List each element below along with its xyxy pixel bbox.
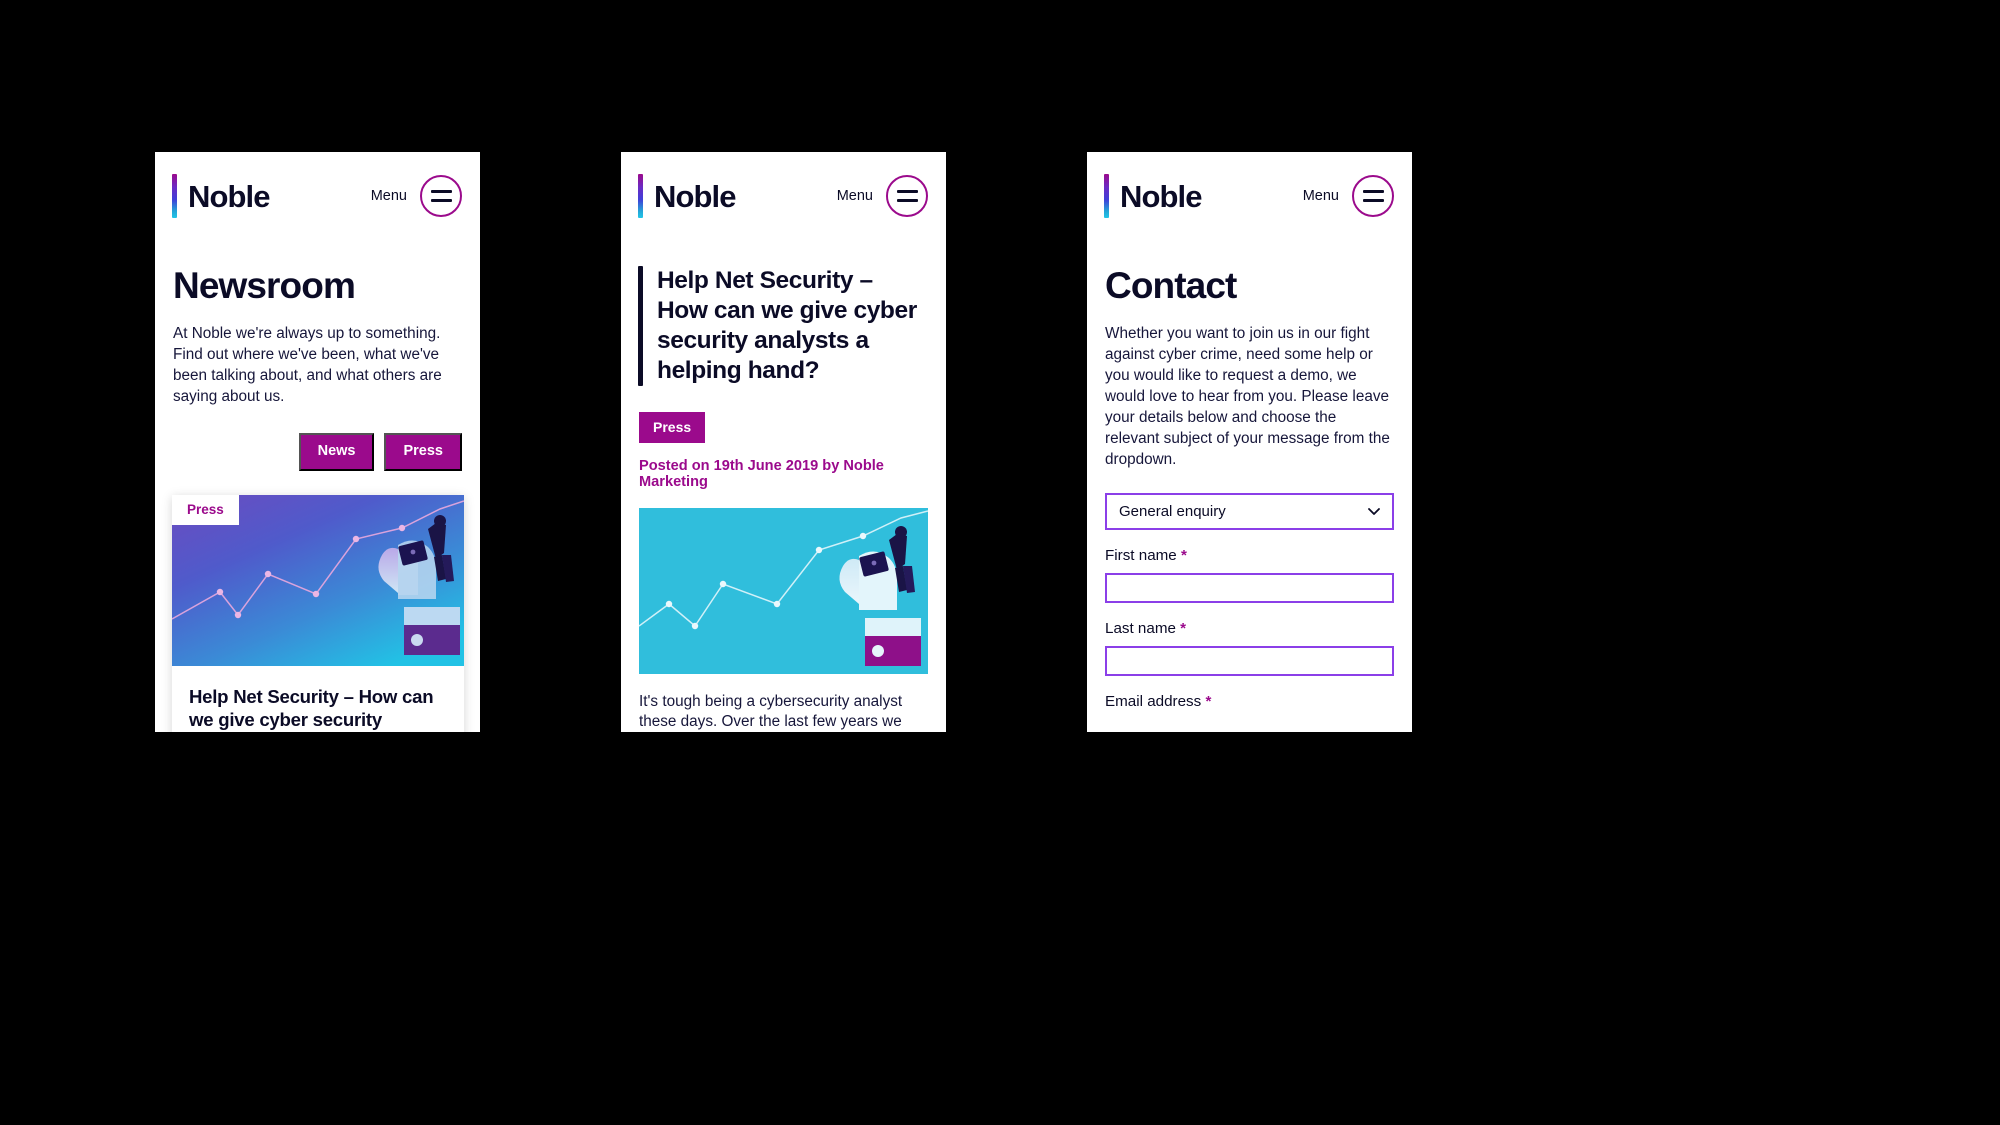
field-email-address: Email address * <box>1105 693 1394 710</box>
last-name-label: Last name * <box>1105 620 1394 637</box>
hamburger-bar-top <box>430 189 452 193</box>
subject-select[interactable]: General enquiry <box>1105 492 1394 530</box>
hamburger-icon[interactable] <box>886 175 928 217</box>
phone-screen-newsroom: Noble Menu Newsroom At Noble we're alway… <box>155 152 480 732</box>
last-name-label-text: Last name <box>1105 619 1176 637</box>
newsroom-intro-block: Newsroom At Noble we're always up to som… <box>155 266 480 408</box>
header-actions: Menu <box>371 175 462 217</box>
required-asterisk: * <box>1180 619 1187 637</box>
site-header: Noble Menu <box>1087 152 1412 240</box>
logo-wordmark: Noble <box>1120 178 1203 214</box>
hamburger-bar-bottom <box>430 199 452 203</box>
article-body-text: It's tough being a cybersecurity analyst… <box>639 692 903 731</box>
filter-button-group: News Press <box>155 433 480 471</box>
filter-press-button[interactable]: Press <box>384 433 462 471</box>
site-logo[interactable]: Noble <box>172 174 271 218</box>
field-last-name: Last name * <box>1105 620 1394 676</box>
news-card-title[interactable]: Help Net Security – How can we give cybe… <box>189 685 447 732</box>
screenshot-stage: Noble Menu Newsroom At Noble we're alway… <box>0 0 2000 1125</box>
email-address-label-text: Email address <box>1105 692 1202 710</box>
site-header: Noble Menu <box>621 152 946 240</box>
hamburger-bar-top <box>896 189 918 193</box>
field-first-name: First name * <box>1105 547 1394 603</box>
article-hero-image <box>639 507 928 674</box>
logo-accent-bar-icon <box>638 174 643 218</box>
site-logo[interactable]: Noble <box>1104 174 1203 218</box>
chevron-down-icon <box>1368 508 1380 516</box>
article-byline: Posted on 19th June 2019 by Noble Market… <box>639 457 884 490</box>
contact-content: Contact Whether you want to join us in o… <box>1087 266 1412 710</box>
subject-select-value: General enquiry <box>1119 502 1226 520</box>
logo-accent-bar-icon <box>172 174 177 218</box>
menu-label[interactable]: Menu <box>371 188 407 204</box>
email-address-label: Email address * <box>1105 693 1394 710</box>
first-name-label-text: First name <box>1105 546 1177 564</box>
page-title: Newsroom <box>173 265 356 306</box>
first-name-label: First name * <box>1105 547 1394 564</box>
filter-news-button[interactable]: News <box>298 433 375 471</box>
news-card-image: Press <box>172 494 464 666</box>
header-actions: Menu <box>837 175 928 217</box>
news-card-body: Help Net Security – How can we give cybe… <box>172 666 464 732</box>
hamburger-icon[interactable] <box>420 175 462 217</box>
phone-screen-article: Noble Menu Help Net Security – How can w… <box>621 152 946 732</box>
logo-wordmark: Noble <box>188 178 271 214</box>
last-name-input[interactable] <box>1105 645 1394 676</box>
chart-hand-illustration-icon <box>639 507 928 674</box>
news-card-badge: Press <box>172 494 239 526</box>
site-logo[interactable]: Noble <box>638 174 737 218</box>
page-title: Contact <box>1105 265 1237 306</box>
article-accent-rule <box>638 266 643 386</box>
menu-label[interactable]: Menu <box>837 188 873 204</box>
menu-label[interactable]: Menu <box>1303 188 1339 204</box>
site-header: Noble Menu <box>155 152 480 240</box>
logo-wordmark: Noble <box>654 178 737 214</box>
page-intro: At Noble we're always up to something. F… <box>173 325 442 406</box>
news-card[interactable]: Press Help Net Security – How can we giv… <box>172 494 464 732</box>
hamburger-bar-bottom <box>896 199 918 203</box>
hamburger-icon[interactable] <box>1352 175 1394 217</box>
article-heading-block: Help Net Security – How can we give cybe… <box>621 266 946 386</box>
page-intro: Whether you want to join us in our fight… <box>1105 325 1390 468</box>
first-name-input[interactable] <box>1105 572 1394 603</box>
phone-screen-contact: Noble Menu Contact Whether you want to j… <box>1087 152 1412 732</box>
logo-accent-bar-icon <box>1104 174 1109 218</box>
article-title: Help Net Security – How can we give cybe… <box>657 267 917 384</box>
required-asterisk: * <box>1180 546 1187 564</box>
article-category-tag[interactable]: Press <box>639 411 706 443</box>
header-actions: Menu <box>1303 175 1394 217</box>
hamburger-bar-bottom <box>1362 199 1384 203</box>
required-asterisk: * <box>1205 692 1212 710</box>
hamburger-bar-top <box>1362 189 1384 193</box>
